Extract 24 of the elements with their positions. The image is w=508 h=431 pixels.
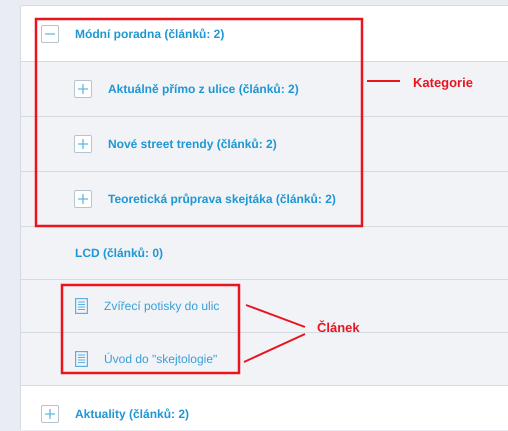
expand-button[interactable] — [74, 135, 92, 153]
category-link[interactable]: Aktuality (článků: 2) — [75, 406, 190, 420]
document-icon — [75, 298, 88, 314]
expand-button[interactable] — [41, 404, 59, 422]
category-link[interactable]: Teoretická průprava skejtáka (článků: 2) — [108, 192, 336, 206]
leader-line — [244, 333, 306, 363]
leader-line — [367, 80, 400, 82]
category-link[interactable]: LCD (článků: 0) — [75, 246, 164, 260]
article-link[interactable]: Úvod do "skejtologie" — [104, 352, 218, 366]
annotation-label: Kategorie — [413, 75, 473, 90]
plus-icon — [78, 194, 88, 204]
expand-button[interactable] — [74, 80, 92, 98]
category-link[interactable]: Módní poradna (článků: 2) — [75, 26, 224, 40]
article-link[interactable]: Zvířecí potisky do ulic — [104, 299, 220, 313]
plus-icon — [78, 84, 88, 94]
annotation-label: Článek — [317, 320, 360, 335]
plus-icon — [45, 408, 55, 418]
category-link[interactable]: Nové street trendy (článků: 2) — [108, 137, 277, 151]
collapse-button[interactable] — [41, 24, 59, 42]
document-icon — [75, 351, 88, 367]
expand-button[interactable] — [74, 190, 92, 208]
plus-icon — [78, 139, 88, 149]
leader-line — [246, 304, 306, 328]
category-link[interactable]: Aktuálně přímo z ulice (článků: 2) — [108, 82, 299, 96]
